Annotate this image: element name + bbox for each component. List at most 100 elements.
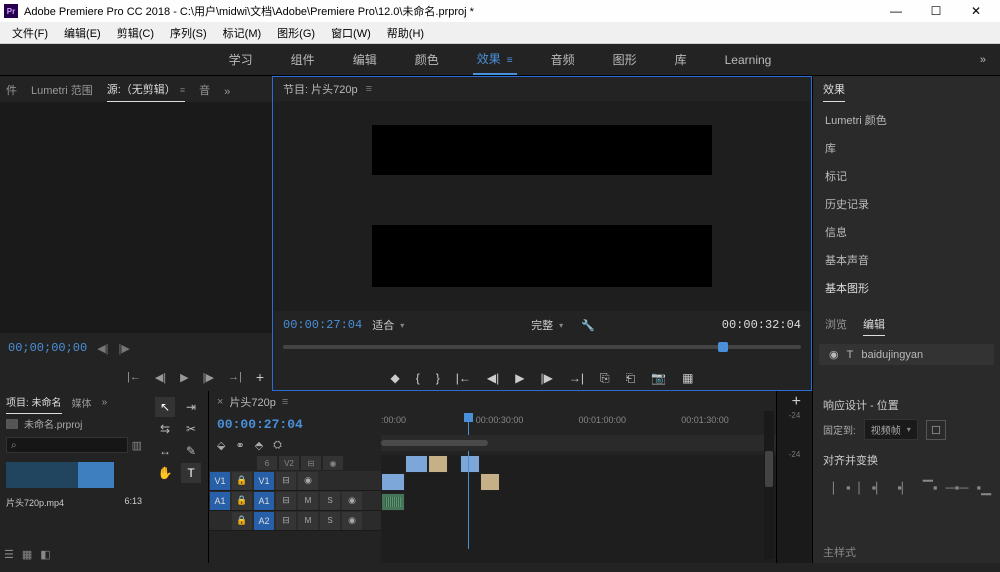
track-target-a1[interactable]: A1 bbox=[254, 492, 274, 510]
eye-icon[interactable]: ◉ bbox=[829, 348, 839, 361]
timeline-zoom-bar[interactable] bbox=[381, 440, 488, 446]
source-monitor-viewport[interactable] bbox=[0, 102, 272, 333]
linked-selection-icon[interactable]: ⚭ bbox=[235, 439, 244, 452]
source-go-next-icon[interactable]: →| bbox=[228, 371, 242, 383]
workspace-learning[interactable]: Learning bbox=[721, 47, 776, 73]
tab-source-overflow[interactable]: » bbox=[224, 82, 230, 102]
playhead-icon[interactable] bbox=[718, 342, 728, 352]
tab-project[interactable]: 项目: 未命名 bbox=[6, 390, 62, 414]
export-frame-icon[interactable]: 📷 bbox=[651, 371, 666, 385]
timeline-vertical-scrollbar[interactable] bbox=[764, 411, 774, 559]
workspace-audio[interactable]: 音频 bbox=[547, 45, 579, 74]
mark-out-icon[interactable]: } bbox=[436, 371, 440, 385]
project-search-input[interactable]: ⌕ bbox=[6, 437, 128, 453]
timeline-timecode[interactable]: 00:00:27:04 bbox=[217, 417, 303, 432]
mute-button[interactable]: M bbox=[298, 512, 318, 530]
ripple-edit-tool-icon[interactable]: ⇆ bbox=[155, 419, 175, 439]
source-timecode[interactable]: 00;00;00;00 bbox=[8, 341, 87, 355]
zoom-fit-dropdown[interactable]: 适合▾ bbox=[372, 317, 404, 333]
video-clip[interactable] bbox=[460, 455, 480, 473]
timeline-sequence-name[interactable]: 片头720p bbox=[229, 394, 275, 410]
subtab-edit[interactable]: 编辑 bbox=[863, 316, 885, 336]
panel-info[interactable]: 信息 bbox=[813, 218, 1000, 246]
selection-tool-icon[interactable]: ↖ bbox=[155, 397, 175, 417]
align-bottom-icon[interactable]: ▪▁ bbox=[976, 480, 991, 496]
marker-span-icon[interactable]: ⬘ bbox=[255, 439, 263, 452]
panel-essential-sound[interactable]: 基本声音 bbox=[813, 246, 1000, 274]
source-play-icon[interactable]: ▶ bbox=[180, 371, 188, 384]
tab-effects[interactable]: 效果 bbox=[823, 77, 845, 102]
solo-button[interactable]: S bbox=[320, 492, 340, 510]
panel-library[interactable]: 库 bbox=[813, 134, 1000, 162]
workspace-graphics[interactable]: 图形 bbox=[609, 45, 641, 74]
button-editor-icon[interactable]: + bbox=[792, 393, 801, 411]
sync-lock-icon[interactable]: ⊟ bbox=[276, 472, 296, 490]
track-select-tool-icon[interactable]: ⇥ bbox=[181, 397, 201, 417]
tab-source[interactable]: 源:（无剪辑）≡ bbox=[107, 77, 185, 102]
panel-history[interactable]: 历史记录 bbox=[813, 190, 1000, 218]
window-close-button[interactable]: ✕ bbox=[956, 0, 996, 22]
align-right-icon[interactable]: ▪⎸ bbox=[897, 480, 915, 496]
tab-lumetri-scopes[interactable]: Lumetri 范围 bbox=[31, 78, 93, 102]
icon-view-icon[interactable]: ▦ bbox=[22, 548, 32, 561]
snap-icon[interactable]: ⬙ bbox=[217, 439, 225, 452]
track-lock-icon[interactable]: 🔒 bbox=[232, 512, 252, 530]
playback-quality-dropdown[interactable]: 完整▾ bbox=[531, 317, 563, 333]
lift-icon[interactable]: ⎘ bbox=[600, 371, 610, 386]
source-step-back-icon[interactable]: ◀| bbox=[155, 371, 166, 384]
panel-essential-graphics[interactable]: 基本图形 bbox=[813, 274, 1000, 302]
menu-sequence[interactable]: 序列(S) bbox=[162, 23, 215, 43]
track-lock-icon[interactable]: 🔒 bbox=[232, 472, 252, 490]
workspace-overflow-button[interactable]: » bbox=[980, 54, 986, 66]
source-patch-a1[interactable]: A1 bbox=[210, 492, 230, 510]
workspace-color[interactable]: 颜色 bbox=[411, 45, 443, 74]
track-target-v1[interactable]: V1 bbox=[254, 472, 274, 490]
go-to-out-icon[interactable]: →| bbox=[569, 371, 584, 385]
subtab-browse[interactable]: 浏览 bbox=[825, 316, 847, 336]
program-sequence-name[interactable]: 片头720p bbox=[311, 81, 357, 97]
new-bin-icon[interactable]: ▥ bbox=[132, 439, 142, 452]
toggle-output-icon[interactable]: ◉ bbox=[298, 472, 318, 490]
audio-clip[interactable] bbox=[381, 493, 405, 511]
go-to-in-icon[interactable]: |← bbox=[456, 371, 471, 385]
menu-clip[interactable]: 剪辑(C) bbox=[109, 23, 162, 43]
step-back-icon[interactable]: ◀| bbox=[487, 371, 499, 385]
menu-edit[interactable]: 编辑(E) bbox=[56, 23, 109, 43]
timeline-ruler[interactable]: :00:00 00:00:30:00 00:01:00:00 00:01:30:… bbox=[381, 413, 776, 435]
timeline-tracks-area[interactable] bbox=[381, 455, 776, 563]
step-forward-icon[interactable]: |▶ bbox=[540, 371, 552, 385]
align-left-icon[interactable]: ⎸▪ bbox=[833, 480, 851, 496]
video-clip[interactable] bbox=[428, 455, 448, 473]
source-go-prev-icon[interactable]: |← bbox=[127, 371, 141, 383]
tab-project-overflow[interactable]: » bbox=[102, 393, 108, 412]
workspace-learn[interactable]: 学习 bbox=[225, 45, 257, 74]
source-add-button-icon[interactable]: + bbox=[256, 369, 264, 385]
source-step-back-icon[interactable]: ◀| bbox=[97, 342, 108, 355]
menu-graphics[interactable]: 图形(G) bbox=[269, 23, 323, 43]
window-maximize-button[interactable]: ☐ bbox=[916, 0, 956, 22]
voiceover-icon[interactable]: ◉ bbox=[342, 492, 362, 510]
list-view-icon[interactable]: ☰ bbox=[4, 548, 14, 561]
menu-window[interactable]: 窗口(W) bbox=[323, 23, 379, 43]
workspace-effects[interactable]: 效果≡ bbox=[473, 44, 517, 75]
track-lock-icon[interactable]: 🔒 bbox=[232, 492, 252, 510]
play-icon[interactable]: ▶ bbox=[515, 371, 524, 385]
panel-markers[interactable]: 标记 bbox=[813, 162, 1000, 190]
menu-marker[interactable]: 标记(M) bbox=[215, 23, 270, 43]
align-top-icon[interactable]: ▔▪ bbox=[923, 480, 938, 496]
comparison-view-icon[interactable]: ▦ bbox=[682, 371, 693, 385]
settings-icon[interactable]: 🔧 bbox=[581, 319, 595, 332]
menu-help[interactable]: 帮助(H) bbox=[379, 23, 432, 43]
window-minimize-button[interactable]: — bbox=[876, 0, 916, 22]
settings-icon[interactable]: ⛭ bbox=[273, 439, 282, 452]
graphics-layer-row[interactable]: ◉ T baidujingyan bbox=[819, 344, 994, 365]
video-clip[interactable] bbox=[381, 473, 405, 491]
sync-lock-icon[interactable]: ⊟ bbox=[276, 492, 296, 510]
mark-in-icon[interactable]: { bbox=[416, 371, 420, 385]
video-clip[interactable] bbox=[405, 455, 429, 473]
type-tool-icon[interactable]: T bbox=[181, 463, 201, 483]
solo-button[interactable]: S bbox=[320, 512, 340, 530]
sync-lock-icon[interactable]: ⊟ bbox=[276, 512, 296, 530]
slip-tool-icon[interactable]: ↔ bbox=[155, 441, 175, 461]
program-current-timecode[interactable]: 00:00:27:04 bbox=[283, 318, 362, 332]
